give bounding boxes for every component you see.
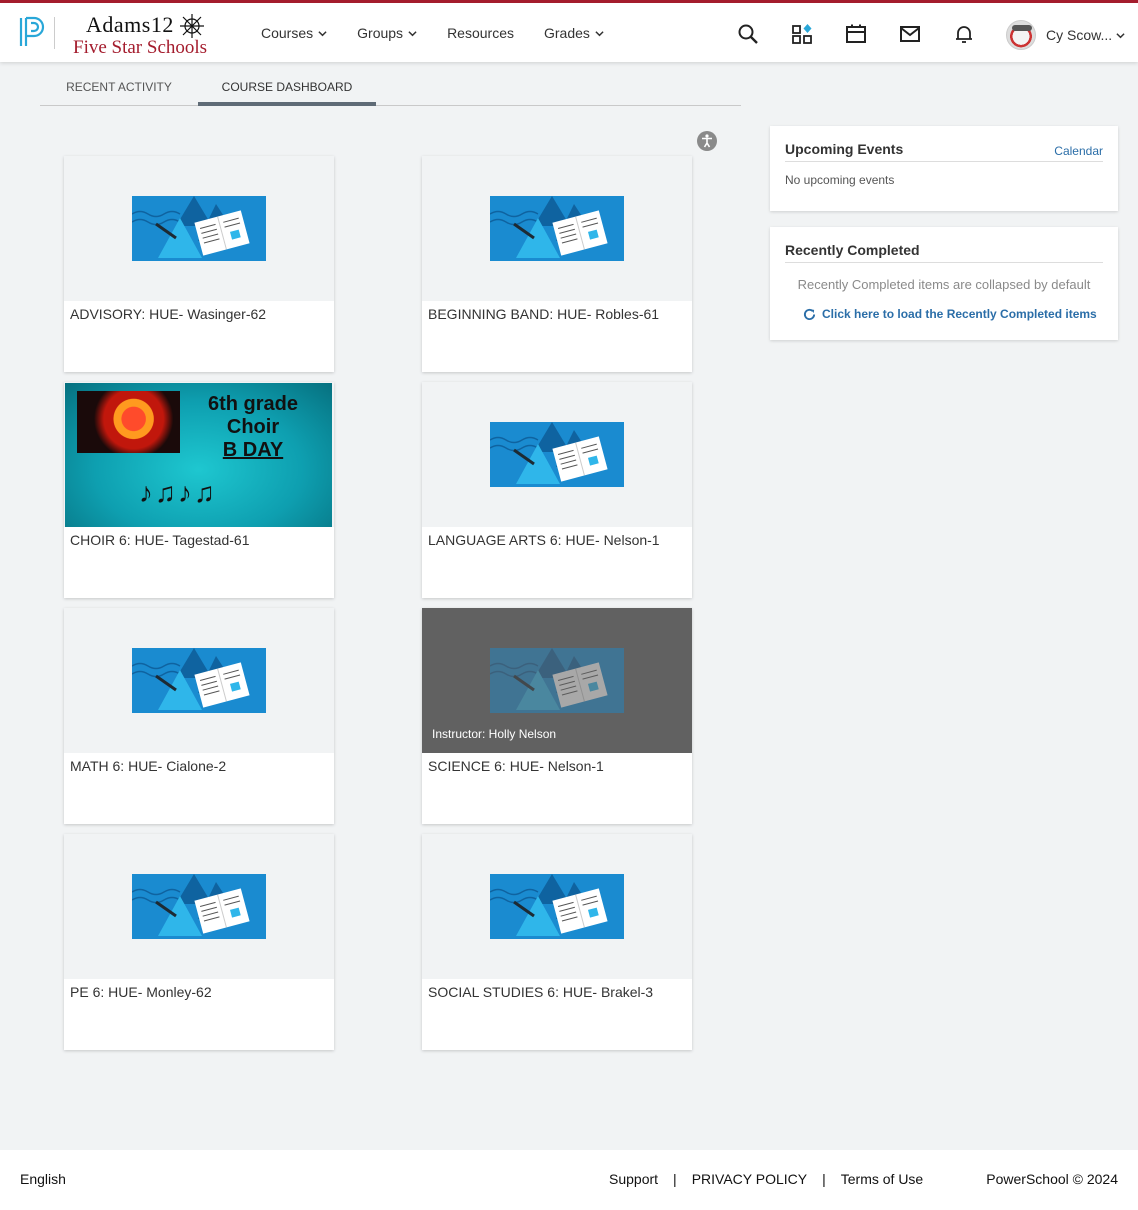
logo-divider — [54, 17, 55, 49]
course-title[interactable]: SCIENCE 6: HUE- Nelson-1 — [428, 758, 604, 774]
nav-groups[interactable]: Groups — [357, 25, 417, 41]
language-selector[interactable]: English — [20, 1171, 66, 1187]
nav-groups-label: Groups — [357, 25, 404, 41]
course-image-area — [64, 156, 334, 301]
tab-recent-activity[interactable]: RECENT ACTIVITY — [40, 72, 198, 106]
panel-divider — [785, 262, 1103, 263]
nav-resources-label: Resources — [447, 25, 514, 41]
school-logo[interactable]: Adams12 Five Star Schools — [70, 12, 220, 60]
terms-of-use-link[interactable]: Terms of Use — [841, 1171, 923, 1187]
nav-courses[interactable]: Courses — [261, 25, 327, 41]
user-menu[interactable]: Cy Scow... — [1006, 20, 1125, 50]
course-image-area — [64, 608, 334, 753]
course-title[interactable]: LANGUAGE ARTS 6: HUE- Nelson-1 — [428, 532, 660, 548]
course-image-area — [422, 834, 692, 979]
instructor-overlay: Instructor: Holly Nelson — [432, 727, 557, 741]
choir-image-line1: 6th grade — [207, 393, 299, 415]
course-book-thumbnail-icon — [490, 874, 624, 939]
course-image-area: Instructor: Holly Nelson — [422, 608, 692, 753]
nav-courses-label: Courses — [261, 25, 314, 41]
avatar — [1006, 20, 1036, 50]
chevron-down-icon — [595, 30, 604, 36]
course-card[interactable]: Instructor: Holly Nelson SCIENCE 6: HUE-… — [422, 608, 692, 824]
chevron-down-icon — [408, 30, 417, 36]
course-book-thumbnail-icon — [132, 874, 266, 939]
apps-grid-icon[interactable] — [791, 23, 813, 45]
chevron-down-icon — [318, 30, 327, 36]
treble-clef-art — [77, 391, 180, 453]
course-card[interactable]: LANGUAGE ARTS 6: HUE- Nelson-1 — [422, 382, 692, 598]
course-title[interactable]: ADVISORY: HUE- Wasinger-62 — [70, 306, 266, 322]
refresh-icon — [803, 308, 816, 320]
course-image-area — [64, 834, 334, 979]
upcoming-events-panel: Upcoming Events Calendar No upcoming eve… — [770, 126, 1118, 211]
course-image-area — [422, 382, 692, 527]
calendar-icon[interactable] — [845, 23, 867, 45]
copyright-text: PowerSchool © 2024 — [986, 1171, 1118, 1187]
course-title[interactable]: PE 6: HUE- Monley-62 — [70, 984, 212, 1000]
footer-links: Support | PRIVACY POLICY | Terms of Use — [609, 1171, 923, 1187]
course-title[interactable]: CHOIR 6: HUE- Tagestad-61 — [70, 532, 249, 548]
school-logo-line1: Adams12 — [86, 12, 174, 37]
mail-icon[interactable] — [899, 23, 921, 45]
main-nav: Courses Groups Resources Grades — [261, 25, 634, 41]
course-book-thumbnail-icon — [490, 422, 624, 487]
load-recently-completed-label: Click here to load the Recently Complete… — [822, 307, 1097, 321]
choir-image-line2: Choir — [226, 416, 280, 438]
nav-resources[interactable]: Resources — [447, 25, 514, 41]
choir-image-line3: B DAY — [222, 439, 284, 461]
course-card[interactable]: ADVISORY: HUE- Wasinger-62 — [64, 156, 334, 372]
course-card[interactable]: MATH 6: HUE- Cialone-2 — [64, 608, 334, 824]
nav-grades-label: Grades — [543, 25, 590, 41]
choir-image-text: 6th grade Choir B DAY — [193, 393, 313, 462]
course-book-thumbnail-icon — [132, 196, 266, 261]
choir-course-image: 6th grade Choir B DAY ♪♫♪♫ — [65, 383, 332, 527]
chevron-down-icon — [1116, 32, 1125, 38]
course-card[interactable]: PE 6: HUE- Monley-62 — [64, 834, 334, 1050]
tab-course-dashboard[interactable]: COURSE DASHBOARD — [198, 72, 376, 106]
course-image-area — [422, 156, 692, 301]
user-name: Cy Scow... — [1046, 27, 1113, 43]
course-book-thumbnail-icon — [490, 196, 624, 261]
footer: English Support | PRIVACY POLICY | Terms… — [0, 1150, 1138, 1210]
bell-icon[interactable] — [953, 23, 975, 45]
recently-completed-title: Recently Completed — [785, 242, 920, 258]
course-image-area: 6th grade Choir B DAY ♪♫♪♫ — [64, 382, 334, 527]
footer-separator: | — [822, 1171, 826, 1187]
calendar-link[interactable]: Calendar — [1054, 144, 1103, 158]
course-title[interactable]: BEGINNING BAND: HUE- Robles-61 — [428, 306, 659, 322]
music-notes-icon: ♪♫♪♫ — [139, 477, 217, 508]
load-recently-completed-link[interactable]: Click here to load the Recently Complete… — [803, 307, 1097, 321]
course-book-thumbnail-icon — [132, 648, 266, 713]
dashboard-tabs: RECENT ACTIVITY COURSE DASHBOARD — [40, 72, 741, 106]
accessibility-icon[interactable] — [697, 131, 717, 151]
course-card[interactable]: 6th grade Choir B DAY ♪♫♪♫ CHOIR 6: HUE-… — [64, 382, 334, 598]
course-card[interactable]: BEGINNING BAND: HUE- Robles-61 — [422, 156, 692, 372]
course-card[interactable]: SOCIAL STUDIES 6: HUE- Brakel-3 — [422, 834, 692, 1050]
nav-grades[interactable]: Grades — [544, 25, 604, 41]
recently-completed-info: Recently Completed items are collapsed b… — [797, 277, 1091, 292]
course-title[interactable]: MATH 6: HUE- Cialone-2 — [70, 758, 226, 774]
course-book-thumbnail-icon — [490, 648, 624, 713]
course-title[interactable]: SOCIAL STUDIES 6: HUE- Brakel-3 — [428, 984, 653, 1000]
powerschool-logo-icon[interactable] — [18, 15, 46, 49]
no-events-text: No upcoming events — [785, 173, 895, 187]
top-navigation-bar: Adams12 Five Star Schools Courses Groups… — [0, 0, 1138, 62]
search-icon[interactable] — [737, 23, 759, 45]
recently-completed-panel: Recently Completed Recently Completed it… — [770, 227, 1118, 340]
school-logo-line2: Five Star Schools — [73, 37, 208, 58]
privacy-policy-link[interactable]: PRIVACY POLICY — [692, 1171, 807, 1187]
footer-separator: | — [673, 1171, 677, 1187]
upcoming-events-title: Upcoming Events — [785, 141, 904, 157]
panel-divider — [785, 161, 1103, 162]
support-link[interactable]: Support — [609, 1171, 658, 1187]
